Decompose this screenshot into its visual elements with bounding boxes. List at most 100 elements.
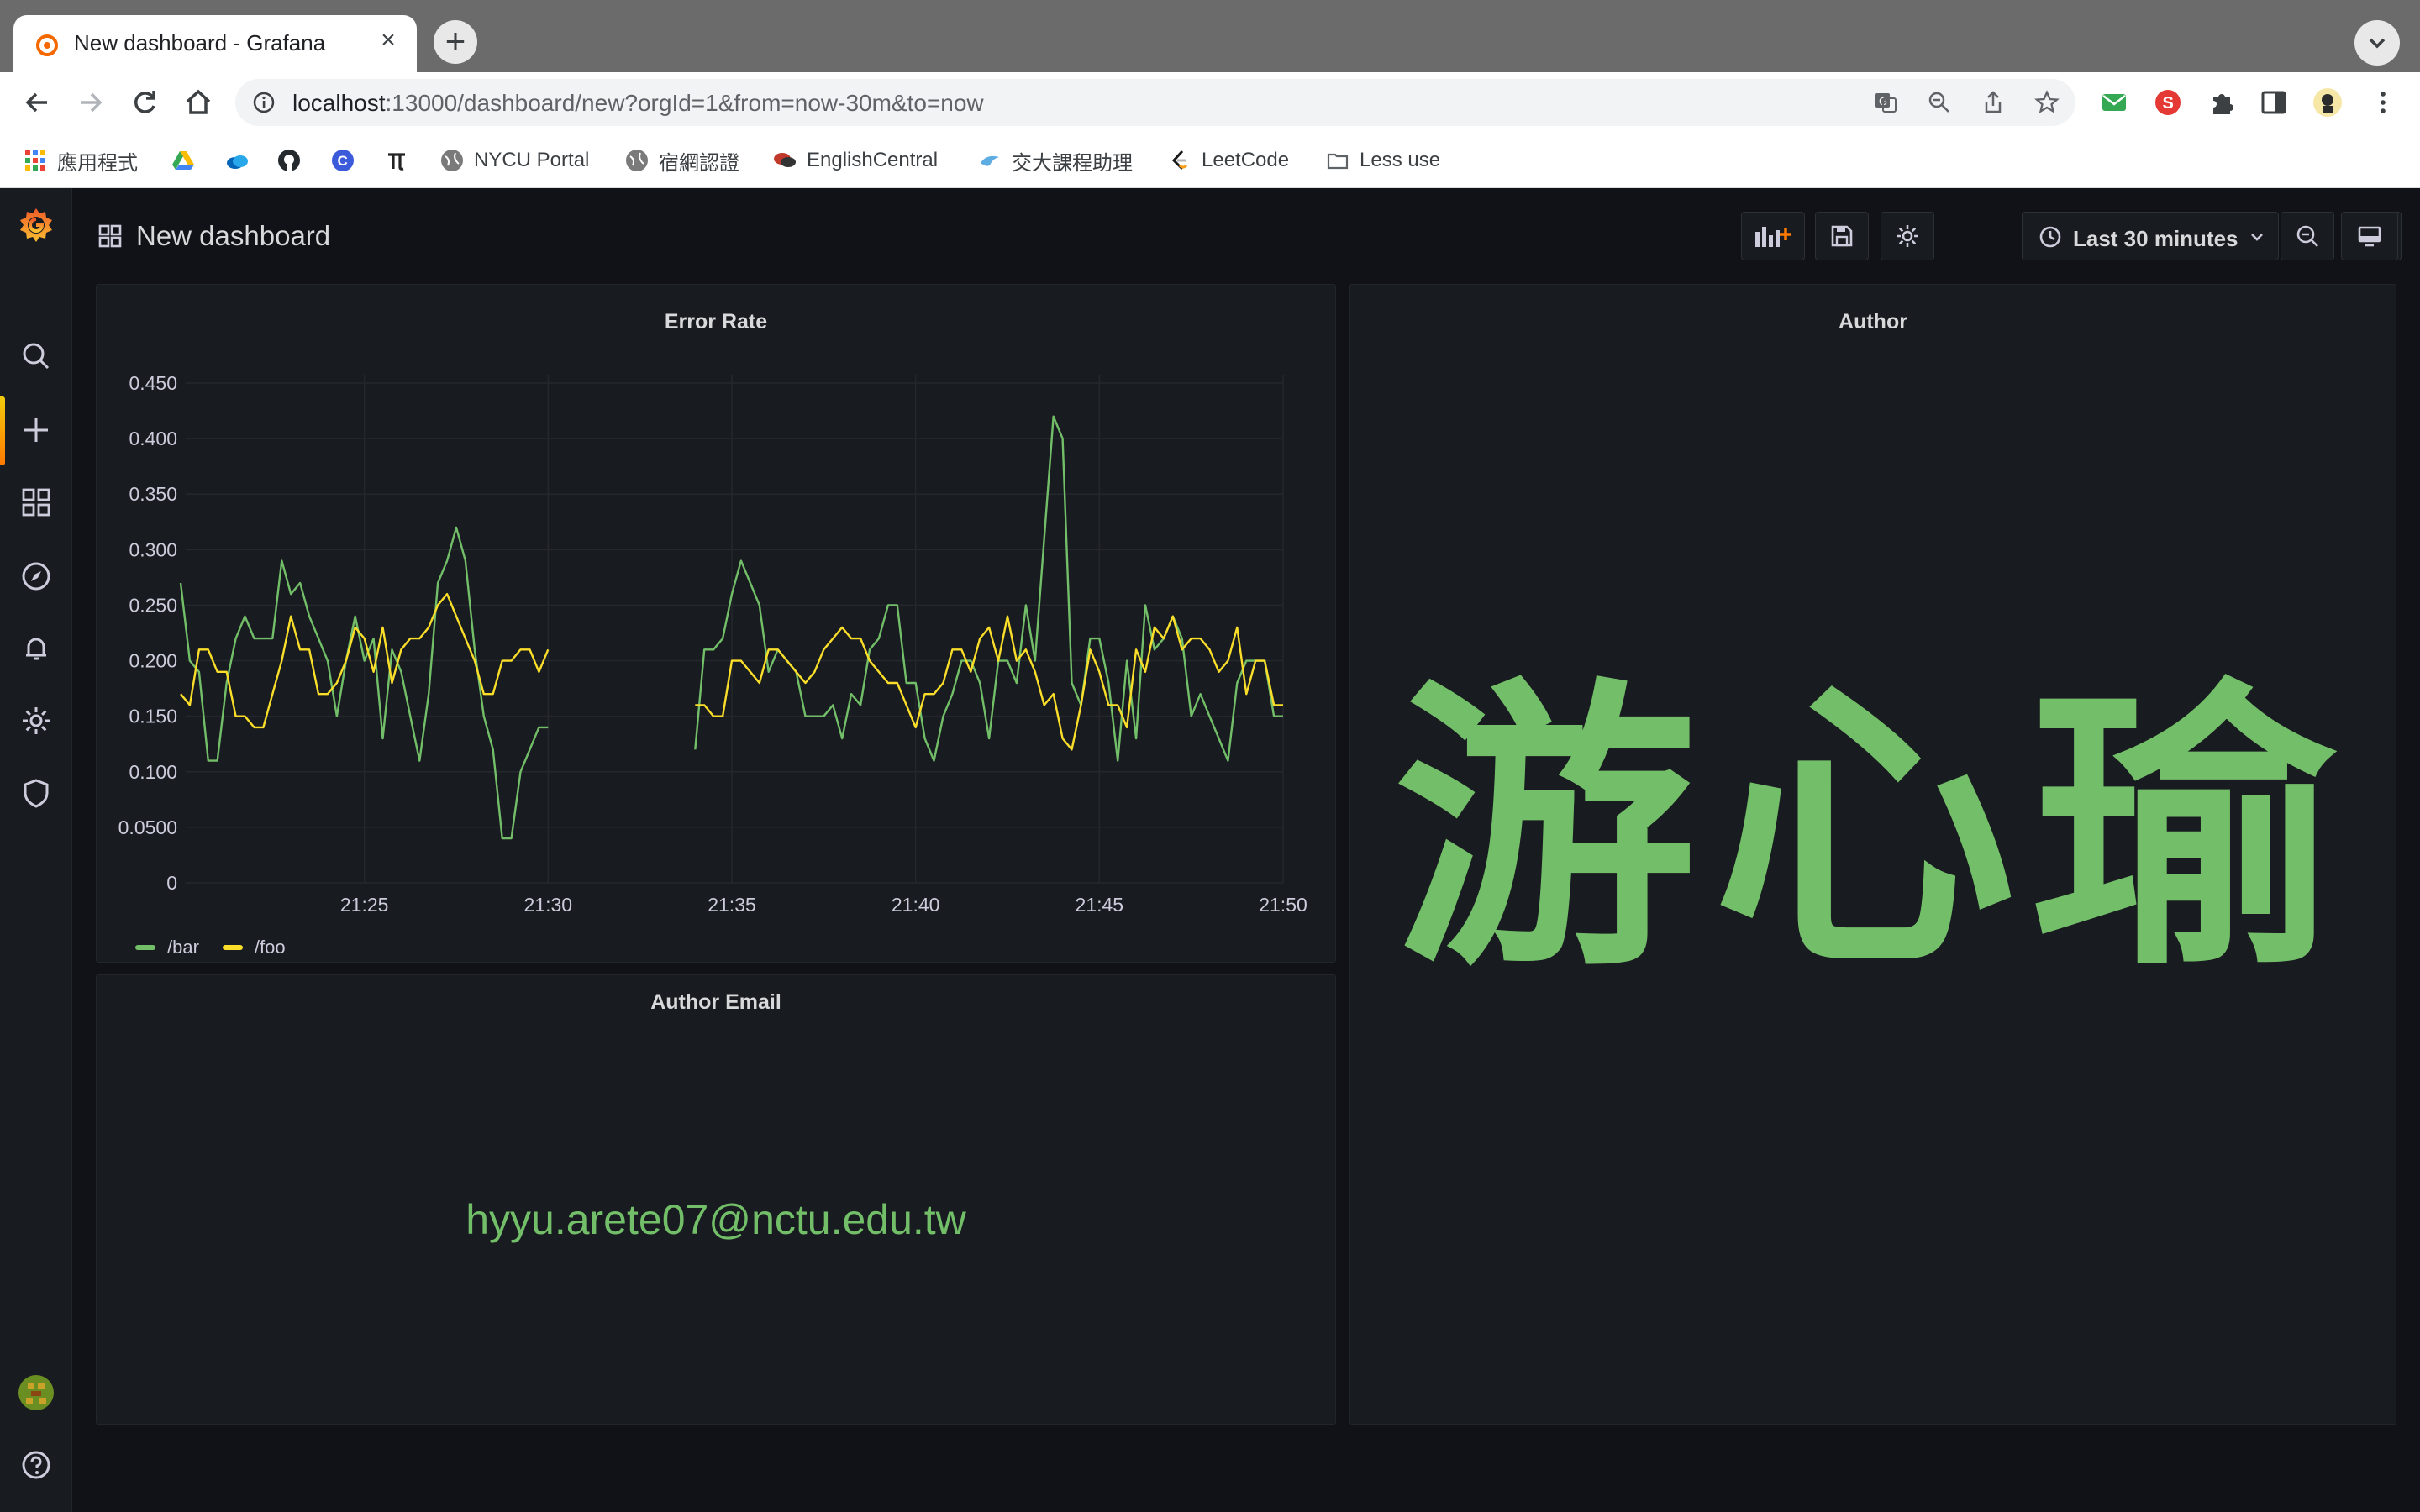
x-tick-label: 21:30	[524, 894, 573, 916]
bookmark-label: 交大課程助理	[1012, 151, 1133, 175]
bell-alerting-icon[interactable]	[19, 632, 53, 665]
zoom-icon[interactable]	[1926, 89, 1953, 116]
shield-icon[interactable]	[19, 776, 53, 810]
browser-chrome: New dashboard - Grafana × + localhost:13…	[0, 0, 2420, 188]
dashboard-grid-icon	[98, 224, 122, 248]
panel-error-rate[interactable]: Error Rate 0 0.0500 0.100 0.150 0.200 0.250 0.…	[96, 284, 1336, 963]
address-bar[interactable]: localhost:13000/dashboard/new?orgId=1&fr…	[235, 79, 2075, 126]
bookmark-onedrive[interactable]	[225, 146, 259, 175]
author-email-stat: hyyu.arete07@nctu.edu.tw	[466, 1196, 966, 1243]
monitor-icon	[2358, 226, 2381, 247]
bird-icon	[981, 155, 999, 166]
legend-item-foo[interactable]: /foo	[222, 937, 286, 958]
extension-mail-icon[interactable]	[2099, 87, 2129, 118]
browser-menu-icon[interactable]	[2368, 87, 2398, 118]
y-tick-label: 0.250	[129, 594, 177, 616]
dashboard-settings-button[interactable]	[1881, 212, 1934, 260]
y-tick-label: 0.450	[129, 372, 177, 394]
browser-tab-active[interactable]: New dashboard - Grafana ×	[13, 15, 417, 72]
reload-icon[interactable]	[126, 84, 163, 121]
chart-legend: /bar /foo	[135, 937, 286, 958]
help-icon[interactable]	[19, 1448, 53, 1482]
c-logo-icon: C	[332, 150, 354, 171]
extension-s-icon[interactable]: S	[2153, 87, 2183, 118]
panel-author[interactable]: Author 游心瑜	[1349, 284, 2396, 1425]
author-name-stat: 游心瑜	[1394, 654, 2352, 1006]
tv-mode-button[interactable]	[2341, 212, 2398, 260]
y-tick-label: 0.300	[129, 538, 177, 560]
globe-icon	[626, 150, 648, 171]
pi-logo-icon	[388, 153, 405, 171]
compass-explore-icon[interactable]	[19, 559, 53, 593]
error-rate-chart[interactable]: 0 0.0500 0.100 0.150 0.200 0.250 0.300 0.350 0.4…	[97, 285, 1337, 963]
plus-icon[interactable]	[19, 413, 53, 447]
save-icon	[1831, 225, 1853, 247]
chevron-down-icon	[2369, 38, 2386, 49]
bookmark-apps[interactable]: 應用程式	[24, 146, 138, 175]
google-drive-icon	[172, 151, 194, 170]
bookmark-label: NYCU Portal	[474, 149, 590, 171]
grafana-logo-icon[interactable]	[16, 205, 56, 245]
zoom-out-time-button[interactable]	[2281, 212, 2334, 260]
bookmark-label: Less use	[1360, 149, 1441, 171]
svg-text:S: S	[2163, 94, 2174, 113]
bookmark-google-drive[interactable]	[171, 146, 205, 175]
translate-icon[interactable]: G	[1872, 89, 1899, 116]
search-icon[interactable]	[19, 339, 53, 373]
tab-title: New dashboard - Grafana	[74, 30, 326, 55]
bookmark-label: LeetCode	[1202, 149, 1290, 171]
time-range-label: Last 30 minutes	[2073, 226, 2238, 251]
tab-search-button[interactable]	[2354, 20, 2400, 66]
panel-author-email[interactable]: Author Email hyyu.arete07@nctu.edu.tw	[96, 974, 1336, 1425]
bookmark-pi[interactable]	[385, 146, 418, 175]
bookmarks-bar: 應用程式 C NYCU Portal 宿網認證 EnglishCentral 交…	[0, 133, 2420, 188]
url-text[interactable]: localhost:13000/dashboard/new?orgId=1&fr…	[292, 90, 984, 117]
site-info-icon[interactable]	[252, 91, 276, 114]
dashboards-grid-icon[interactable]	[19, 486, 53, 519]
bookmark-leetcode[interactable]: LeetCode	[1168, 146, 1289, 175]
panel-title[interactable]: Author Email	[97, 990, 1335, 1015]
legend-label: /bar	[167, 937, 199, 958]
bookmark-label: EnglishCentral	[807, 149, 939, 171]
bookmark-label: 宿網認證	[659, 151, 739, 175]
y-tick-label: 0.0500	[118, 816, 177, 838]
bookmark-c[interactable]: C	[331, 146, 365, 175]
time-range-picker[interactable]: Last 30 minutes	[2022, 212, 2279, 260]
svg-text:C: C	[338, 153, 348, 169]
forward-arrow-icon[interactable]	[72, 84, 109, 121]
back-arrow-icon[interactable]	[18, 84, 55, 121]
share-icon[interactable]	[1980, 89, 2007, 116]
bookmark-label: 應用程式	[57, 151, 138, 175]
save-dashboard-button[interactable]	[1815, 212, 1869, 260]
extensions-puzzle-icon[interactable]	[2207, 87, 2237, 118]
bookmark-nycu-portal[interactable]: NYCU Portal	[440, 146, 589, 175]
panel-title[interactable]: Author	[1350, 310, 2396, 334]
tab-close-icon[interactable]: ×	[371, 24, 405, 57]
github-icon	[278, 150, 300, 171]
dashboard-title[interactable]: New dashboard	[136, 220, 330, 252]
y-tick-label: 0.350	[129, 483, 177, 505]
new-tab-button[interactable]: +	[434, 20, 477, 64]
legend-swatch-foo	[222, 945, 243, 950]
bookmark-dorm-auth[interactable]: 宿網認證	[625, 146, 739, 175]
gear-icon[interactable]	[19, 704, 53, 738]
user-avatar-icon[interactable]	[18, 1374, 55, 1411]
zoom-out-icon	[2296, 225, 2318, 247]
y-tick-label: 0.100	[129, 761, 177, 783]
bookmark-star-icon[interactable]	[2033, 89, 2060, 116]
bookmark-englishcentral[interactable]: EnglishCentral	[773, 146, 938, 175]
profile-avatar-icon[interactable]	[2312, 87, 2343, 118]
bookmark-github[interactable]	[277, 146, 311, 175]
x-tick-label: 21:45	[1076, 894, 1124, 916]
gear-icon	[1897, 225, 1918, 247]
home-icon[interactable]	[180, 84, 217, 121]
add-panel-icon	[1755, 227, 1791, 247]
legend-label: /foo	[254, 937, 286, 958]
legend-item-bar[interactable]: /bar	[135, 937, 199, 958]
dashboard-nav: New dashboard Last 30 minutes	[72, 188, 2420, 282]
side-panel-icon[interactable]	[2259, 87, 2289, 118]
add-panel-button[interactable]	[1741, 212, 1805, 260]
bookmark-course-assistant[interactable]: 交大課程助理	[978, 146, 1133, 175]
bookmark-folder-less-use[interactable]: Less use	[1326, 146, 1440, 175]
x-tick-label: 21:50	[1259, 894, 1307, 916]
